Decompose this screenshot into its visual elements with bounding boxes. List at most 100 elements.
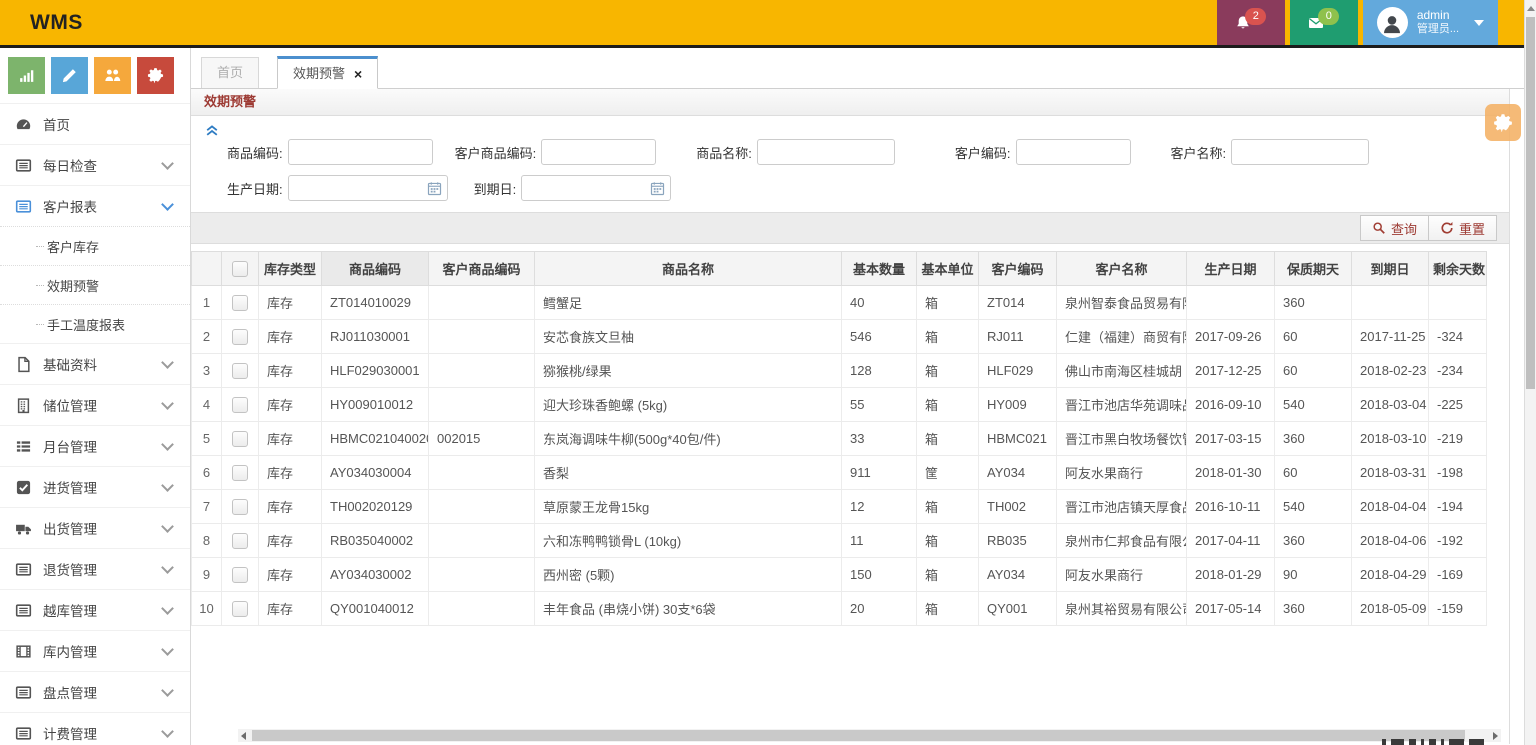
chevron-down-icon	[161, 479, 174, 492]
sidebar-item[interactable]: 客户报表	[0, 185, 190, 226]
table-row[interactable]: 6库存AY034030004香梨911筐AY034阿友水果商行2018-01-3…	[192, 456, 1487, 490]
column-header[interactable]: 客户商品编码	[429, 252, 535, 286]
cell: 360	[1275, 286, 1352, 320]
sidebar-item[interactable]: 库内管理	[0, 630, 190, 671]
notifications-button[interactable]: 2	[1217, 0, 1285, 45]
reset-button[interactable]: 重置	[1429, 215, 1497, 241]
scroll-up-arrow-icon[interactable]	[1527, 6, 1535, 11]
table-row[interactable]: 7库存TH002020129草原蒙王龙骨15kg12箱TH002晋江市池店镇天厚…	[192, 490, 1487, 524]
horizontal-scrollbar-thumb[interactable]	[252, 730, 1465, 741]
sidebar-item[interactable]: 每日检查	[0, 144, 190, 185]
column-header[interactable]: 库存类型	[259, 252, 322, 286]
vertical-scrollbar[interactable]	[1524, 0, 1536, 745]
sidebar-item[interactable]: 越库管理	[0, 589, 190, 630]
column-header[interactable]: 生产日期	[1187, 252, 1275, 286]
sidebar-item[interactable]: 进货管理	[0, 466, 190, 507]
sidebar-subitem[interactable]: 手工温度报表	[0, 304, 190, 343]
vertical-scrollbar-thumb[interactable]	[1526, 17, 1535, 389]
select-all-checkbox[interactable]	[222, 252, 259, 286]
row-number-header	[192, 252, 222, 286]
cell: 002015	[429, 422, 535, 456]
text-input[interactable]	[757, 139, 895, 165]
collapse-form-button[interactable]	[204, 122, 220, 138]
column-header[interactable]: 客户名称	[1057, 252, 1187, 286]
user-name: admin	[1417, 9, 1459, 23]
text-input[interactable]	[1231, 139, 1369, 165]
messages-button[interactable]: 0	[1290, 0, 1358, 45]
table-row[interactable]: 9库存AY034030002西州密 (5颗)150箱AY034阿友水果商行201…	[192, 558, 1487, 592]
calendar-button[interactable]	[427, 180, 444, 196]
close-tab-icon[interactable]: ×	[354, 67, 362, 81]
shortcut-edit-button[interactable]	[51, 57, 88, 94]
sidebar-subitem[interactable]: 效期预警	[0, 265, 190, 304]
column-header[interactable]: 到期日	[1352, 252, 1429, 286]
row-checkbox[interactable]	[232, 567, 248, 583]
column-header[interactable]: 剩余天数	[1429, 252, 1487, 286]
table-row[interactable]: 8库存RB035040002六和冻鸭鸭锁骨L (10kg)11箱RB035泉州市…	[192, 524, 1487, 558]
row-checkbox[interactable]	[232, 601, 248, 617]
row-checkbox[interactable]	[232, 499, 248, 515]
date-input[interactable]	[521, 175, 671, 201]
row-checkbox[interactable]	[232, 465, 248, 481]
column-header[interactable]: 保质期天	[1275, 252, 1352, 286]
sidebar-item[interactable]: 首页	[0, 103, 190, 144]
column-header[interactable]: 商品名称	[535, 252, 842, 286]
sidebar-item[interactable]: 基础资料	[0, 343, 190, 384]
text-input[interactable]	[541, 139, 656, 165]
cell: 33	[842, 422, 917, 456]
shortcut-settings-button[interactable]	[137, 57, 174, 94]
cell: 库存	[259, 490, 322, 524]
shortcut-users-button[interactable]	[94, 57, 131, 94]
cell	[429, 558, 535, 592]
tab[interactable]: 效期预警×	[277, 56, 378, 89]
cell: 香梨	[535, 456, 842, 490]
row-checkbox[interactable]	[232, 431, 248, 447]
text-input[interactable]	[288, 139, 433, 165]
sidebar-item[interactable]: 计费管理	[0, 712, 190, 745]
row-checkbox[interactable]	[232, 295, 248, 311]
sidebar-item[interactable]: 出货管理	[0, 507, 190, 548]
search-field: 商品编码:	[227, 139, 433, 165]
shortcut-statistics-button[interactable]	[8, 57, 45, 94]
column-header[interactable]: 客户编码	[979, 252, 1057, 286]
column-header[interactable]: 商品编码	[322, 252, 429, 286]
date-input[interactable]	[288, 175, 448, 201]
scroll-left-arrow-icon[interactable]	[241, 732, 246, 740]
cell: 2016-09-10	[1187, 388, 1275, 422]
sidebar-item[interactable]: 退货管理	[0, 548, 190, 589]
topbar: WMS 2 0 admin 管理员...	[0, 0, 1536, 48]
panel-expiry-warning: 效期预警 商品编码:客户商品编码:商品名称:客户编码:客户名称: 生产日期:到期…	[191, 89, 1510, 744]
cell: 鳕蟹足	[535, 286, 842, 320]
cell: 2018-04-29	[1352, 558, 1429, 592]
cell: 阿友水果商行	[1057, 558, 1187, 592]
row-checkbox[interactable]	[232, 329, 248, 345]
column-header[interactable]: 基本数量	[842, 252, 917, 286]
search-form-row-2: 生产日期:到期日:	[227, 172, 1509, 204]
sidebar-item[interactable]: 盘点管理	[0, 671, 190, 712]
table-row[interactable]: 5库存HBMC0210400201002015东岚海调味牛柳(500g*40包/…	[192, 422, 1487, 456]
cell: 40	[842, 286, 917, 320]
table-row[interactable]: 2库存RJ011030001安芯食族文旦柚546箱RJ011仁建（福建）商贸有限…	[192, 320, 1487, 354]
calendar-button[interactable]	[650, 180, 667, 196]
table-row[interactable]: 4库存HY009010012迎大珍珠香鲍螺 (5kg)55箱HY009晋江市池店…	[192, 388, 1487, 422]
table-row[interactable]: 10库存QY001040012丰年食品 (串烧小饼) 30支*6袋20箱QY00…	[192, 592, 1487, 626]
text-input[interactable]	[1016, 139, 1131, 165]
horizontal-scrollbar[interactable]	[238, 729, 1501, 742]
user-menu[interactable]: admin 管理员...	[1363, 0, 1498, 45]
sidebar-item[interactable]: 月台管理	[0, 425, 190, 466]
cell: 20	[842, 592, 917, 626]
panel-title: 效期预警	[191, 89, 1509, 116]
clipped-bottom-fragment	[1382, 739, 1526, 745]
settings-fab-button[interactable]	[1485, 104, 1521, 141]
column-header[interactable]: 基本单位	[917, 252, 979, 286]
row-checkbox[interactable]	[232, 397, 248, 413]
tab[interactable]: 首页	[201, 57, 259, 88]
sidebar-subitem[interactable]: 客户库存	[0, 226, 190, 265]
table-row[interactable]: 1库存ZT014010029鳕蟹足40箱ZT014泉州智泰食品贸易有限360	[192, 286, 1487, 320]
table-row[interactable]: 3库存HLF029030001猕猴桃/绿果128箱HLF029佛山市南海区桂城胡…	[192, 354, 1487, 388]
sidebar-item[interactable]: 储位管理	[0, 384, 190, 425]
row-checkbox[interactable]	[232, 363, 248, 379]
cell: TH002	[979, 490, 1057, 524]
row-checkbox[interactable]	[232, 533, 248, 549]
query-button[interactable]: 查询	[1360, 215, 1429, 241]
